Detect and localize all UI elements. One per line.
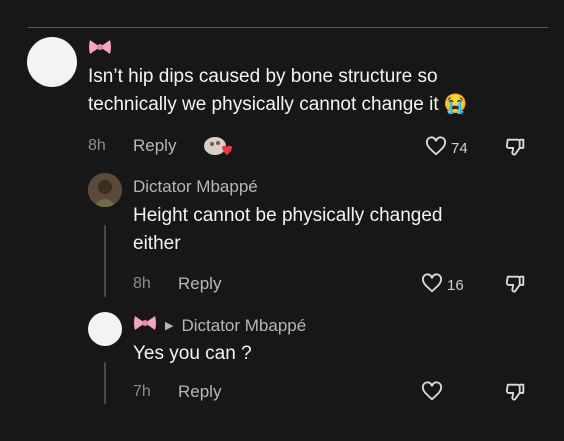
reply-button[interactable]: Reply <box>178 382 221 402</box>
bow-icon <box>88 38 112 61</box>
dislike-button[interactable] <box>505 273 527 300</box>
bow-icon <box>133 314 157 337</box>
like-button[interactable] <box>421 381 447 405</box>
heart-outline-icon <box>421 273 443 297</box>
comment-text: Height cannot be physically changed eith… <box>133 205 443 254</box>
comment-time: 8h <box>133 275 151 292</box>
like-button[interactable]: 16 <box>421 273 464 297</box>
heart-outline-icon <box>421 381 443 405</box>
comment-text: Yes you can ? <box>133 343 252 364</box>
comment-header <box>88 38 112 61</box>
thread-line <box>104 225 106 297</box>
dislike-button[interactable] <box>505 136 527 163</box>
comment-header: ▶ Dictator Mbappé <box>133 314 306 337</box>
avatar[interactable] <box>88 312 122 346</box>
like-button[interactable]: 74 <box>425 136 468 160</box>
dislike-button[interactable] <box>505 381 527 408</box>
thumbs-down-outline-icon <box>505 136 527 163</box>
username[interactable]: Dictator Mbappé <box>133 177 258 197</box>
divider-line <box>28 27 548 28</box>
comment-time: 7h <box>133 383 151 400</box>
thread-line <box>104 362 106 404</box>
thumbs-down-outline-icon <box>505 381 527 408</box>
reply-button[interactable]: Reply <box>178 274 221 294</box>
reply-to-username[interactable]: Dictator Mbappé <box>181 316 306 336</box>
heart-outline-icon <box>425 136 447 160</box>
avatar[interactable] <box>88 173 122 207</box>
sticker-icon[interactable] <box>202 133 232 164</box>
comment-text: Isn’t hip dips caused by bone structure … <box>88 66 468 115</box>
like-count: 74 <box>451 139 468 157</box>
like-count: 16 <box>447 276 464 294</box>
comment-time: 8h <box>88 137 106 154</box>
avatar[interactable] <box>27 37 77 87</box>
play-arrow-icon: ▶ <box>165 320 174 332</box>
reply-button[interactable]: Reply <box>133 136 176 156</box>
thumbs-down-outline-icon <box>505 273 527 300</box>
